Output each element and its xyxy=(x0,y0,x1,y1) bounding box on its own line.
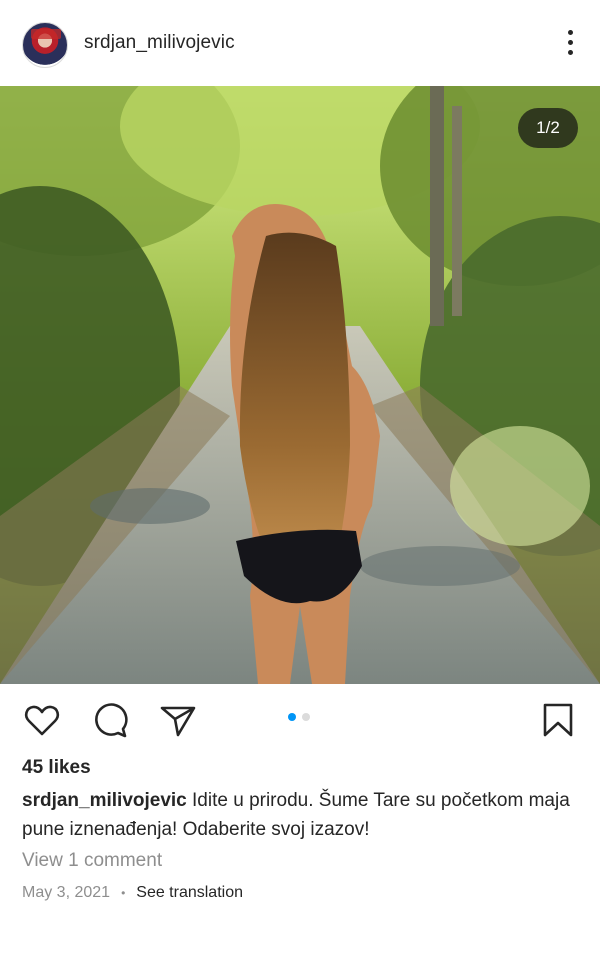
image-counter: 1/2 xyxy=(518,108,578,148)
paper-plane-icon[interactable] xyxy=(158,700,198,740)
like-count[interactable]: 45 likes xyxy=(22,757,91,779)
comment-bubble-icon[interactable] xyxy=(90,700,130,740)
action-bar xyxy=(0,696,600,746)
forest-path-photo xyxy=(0,86,600,684)
heart-icon[interactable] xyxy=(22,700,62,740)
post-date: May 3, 2021 xyxy=(22,884,111,901)
bookmark-icon[interactable] xyxy=(538,700,578,740)
caption-username[interactable]: srdjan_milivojevic xyxy=(22,790,187,811)
carousel-dot-active xyxy=(288,713,296,721)
carousel-indicator xyxy=(288,713,310,721)
meta-separator: • xyxy=(121,886,126,900)
avatar[interactable] xyxy=(22,22,68,68)
post-header: srdjan_milivojevic xyxy=(0,0,600,86)
post-photo[interactable]: 1/2 xyxy=(0,86,600,684)
carousel-dot xyxy=(302,713,310,721)
post-username[interactable]: srdjan_milivojevic xyxy=(84,32,235,54)
post-meta: May 3, 2021 • See translation xyxy=(22,884,243,902)
view-comments-link[interactable]: View 1 comment xyxy=(22,850,162,872)
more-vertical-icon[interactable] xyxy=(566,30,574,58)
see-translation-link[interactable]: See translation xyxy=(136,884,243,902)
post-caption: srdjan_milivojevic Idite u prirodu. Šume… xyxy=(22,786,578,844)
